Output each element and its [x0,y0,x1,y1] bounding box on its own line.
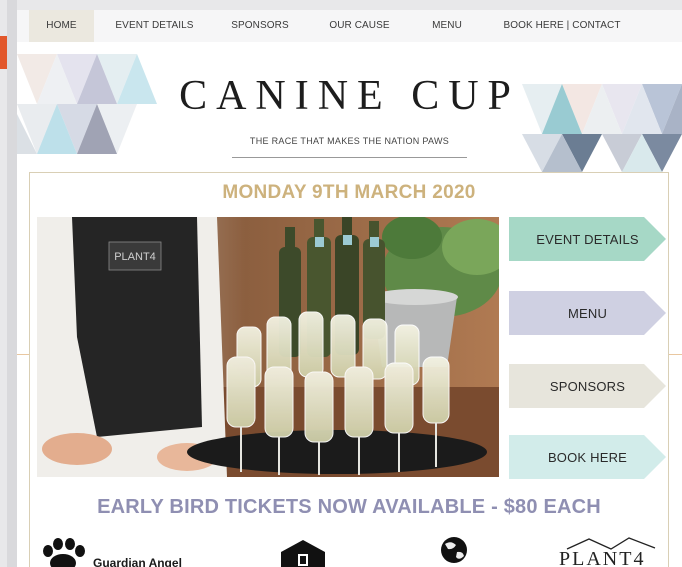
nav-item-event-details[interactable]: EVENT DETAILS [107,10,202,42]
event-photo: PLANT4 [37,217,499,477]
guardian-angel-text: Guardian Angel [93,556,182,567]
nav-item-home[interactable]: HOME [29,10,94,42]
decor-line-right [669,354,682,355]
sponsors-button[interactable]: SPONSORS [509,364,666,408]
early-bird-tickets-banner: EARLY BIRD TICKETS NOW AVAILABLE - $80 E… [97,496,601,518]
site-title: CANINE CUP [179,73,520,119]
event-details-button-label: EVENT DETAILS [536,231,639,247]
site-tagline: THE RACE THAT MAKES THE NATION PAWS [249,136,450,146]
globe-icon [441,537,467,563]
event-date-heading: MONDAY 9TH MARCH 2020 [222,182,476,203]
apron-logo-text: PLANT4 [114,251,156,263]
menu-button-label: MENU [567,305,608,321]
hexagon-logo-icon [281,540,325,567]
book-here-button-label: BOOK HERE [547,449,628,465]
hexagon-sponsor-logo[interactable] [279,540,327,567]
guardian-angel-logo[interactable]: Guardian Angel [39,538,209,567]
nav-item-menu[interactable]: MENU [422,10,472,42]
book-here-button[interactable]: BOOK HERE [509,435,666,479]
nav-item-sponsors[interactable]: SPONSORS [225,10,295,42]
tagline-divider [232,157,467,158]
nav-item-our-cause[interactable]: OUR CAUSE [322,10,397,42]
event-details-button[interactable]: EVENT DETAILS [509,217,666,261]
globe-sponsor-logo[interactable] [437,536,471,567]
nav-item-book-contact[interactable]: BOOK HERE | CONTACT [497,10,627,42]
paw-icon [43,538,85,567]
decor-line-left [17,354,29,355]
window-edge [7,0,17,567]
plant4-text: PLANT4 [559,548,646,567]
plant4-logo[interactable]: PLANT4 [559,536,669,567]
top-nav: HOME EVENT DETAILS SPONSORS OUR CAUSE ME… [17,10,682,42]
menu-button[interactable]: MENU [509,291,666,335]
web-page: HOME EVENT DETAILS SPONSORS OUR CAUSE ME… [17,10,682,567]
browser-side-tab [0,36,7,69]
sponsors-button-label: SPONSORS [549,378,626,394]
sponsor-logos-row: Guardian Angel PLANT4 [29,536,669,567]
